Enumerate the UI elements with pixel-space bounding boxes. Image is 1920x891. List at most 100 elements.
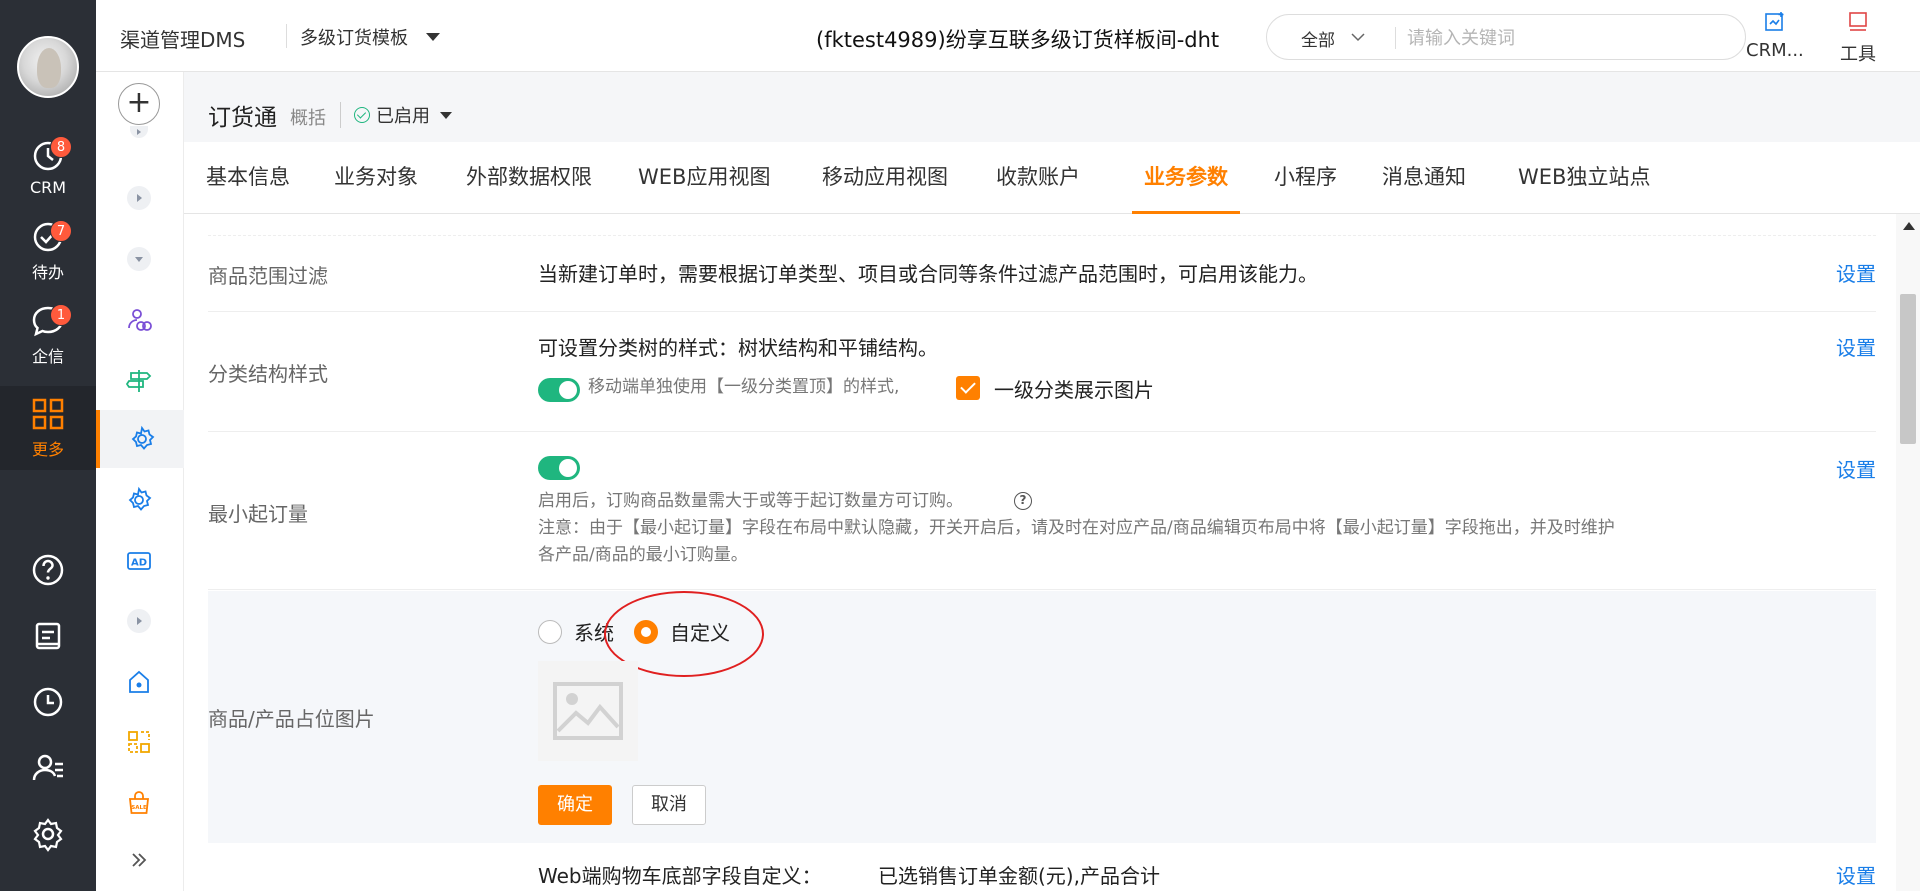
row-separator xyxy=(208,214,1876,236)
radio-system[interactable] xyxy=(538,620,562,644)
divider xyxy=(1395,27,1396,49)
app-name: 渠道管理DMS xyxy=(120,28,246,52)
setting-link-cart-footer[interactable]: 设置 xyxy=(1836,860,1876,889)
setting-description: 当新建订单时，需要根据订单类型、项目或合同等条件过滤产品范围时，可启用该能力。 xyxy=(538,262,1318,286)
tab-web-app-view[interactable]: WEB应用视图 xyxy=(626,142,782,214)
tab-basic-info[interactable]: 基本信息 xyxy=(194,142,302,214)
setting-description: 可设置分类树的样式：树状结构和平铺结构。 xyxy=(538,336,938,360)
notes-icon[interactable] xyxy=(30,618,66,654)
tools-label: 工具 xyxy=(1840,44,1876,65)
add-app-button[interactable]: + xyxy=(118,83,160,125)
rail-label: 更多 xyxy=(31,440,64,459)
badge-todo: 7 xyxy=(50,220,72,242)
rail-label: CRM xyxy=(29,177,67,197)
category-image-checkbox[interactable] xyxy=(956,376,980,400)
setting-note: 启用后，订购商品数量需大于或等于起订数量方可订购。 xyxy=(538,491,963,511)
expand-icon[interactable] xyxy=(122,122,156,142)
setting-row-product-filter: 商品范围过滤 当新建订单时，需要根据订单类型、项目或合同等条件过滤产品范围时，可… xyxy=(208,236,1876,312)
avatar[interactable] xyxy=(17,36,79,98)
setting-row-min-order: 最小起订量 启用后，订购商品数量需大于或等于起订数量方可订购。 ? 注意：由于【… xyxy=(208,432,1876,590)
rail-item-messages[interactable]: 企信 1 xyxy=(0,296,96,374)
rail-label: 待办 xyxy=(31,263,64,282)
collapse-icon[interactable] xyxy=(122,242,156,276)
layout-icon[interactable] xyxy=(122,725,156,759)
badge-messages: 1 xyxy=(50,304,72,326)
tools-icon xyxy=(1849,12,1867,31)
checkbox-label: 一级分类展示图片 xyxy=(994,378,1154,402)
tab-external-data-permission[interactable]: 外部数据权限 xyxy=(454,142,604,214)
check-circle-icon xyxy=(354,107,370,123)
setting-link-product-filter[interactable]: 设置 xyxy=(1836,258,1876,287)
rail-item-crm[interactable]: CRM 8 xyxy=(0,128,96,206)
rail-item-todo[interactable]: 待办 7 xyxy=(0,212,96,290)
tab-mini-program[interactable]: 小程序 xyxy=(1262,142,1349,214)
tab-business-params[interactable]: 业务参数 xyxy=(1132,142,1240,214)
gear-icon[interactable] xyxy=(122,483,156,517)
setting-row-category-style: 分类结构样式 可设置分类树的样式：树状结构和平铺结构。 移动端单独使用【一级分类… xyxy=(208,312,1876,432)
setting-link-min-order[interactable]: 设置 xyxy=(1836,454,1876,483)
expand-icon[interactable] xyxy=(122,604,156,638)
toggle-note: 移动端单独使用【一级分类置顶】的样式, xyxy=(588,377,900,397)
scrollbar-thumb[interactable] xyxy=(1900,294,1916,444)
global-search: 全部 xyxy=(1266,14,1746,60)
ad-icon[interactable]: AD xyxy=(122,544,156,578)
setting-field-value: 已选销售订单金额(元),产品合计 xyxy=(878,864,1160,888)
tab-web-standalone-site[interactable]: WEB独立站点 xyxy=(1506,142,1662,214)
settings-content: 商品范围过滤 当新建订单时，需要根据订单类型、项目或合同等条件过滤产品范围时，可… xyxy=(184,214,1896,891)
search-scope[interactable]: 全部 xyxy=(1301,26,1335,51)
placeholder-image-preview[interactable] xyxy=(538,661,638,761)
scrollbar[interactable] xyxy=(1896,214,1920,891)
crm-tool-button[interactable]: CRM... xyxy=(1746,10,1804,61)
scroll-up-arrow-icon[interactable] xyxy=(1903,222,1915,230)
tab-payment-accounts[interactable]: 收款账户 xyxy=(984,142,1092,214)
left-rail: CRM 8 待办 7 企信 1 更多 xyxy=(0,0,96,891)
crm-add-icon xyxy=(1765,12,1784,31)
status-dropdown[interactable]: 已启用 xyxy=(354,102,452,128)
sale-bag-icon[interactable]: SALE xyxy=(122,786,156,820)
setting-link-category-style[interactable]: 设置 xyxy=(1836,332,1876,361)
caret-down-icon[interactable] xyxy=(426,33,440,41)
user-list-icon[interactable] xyxy=(30,750,66,786)
chevron-down-icon[interactable] xyxy=(1351,32,1365,42)
help-icon[interactable]: ? xyxy=(1014,492,1032,510)
tenant-name: (fktest4989)纷享互联多级订货样板间-dht xyxy=(816,28,1220,52)
badge-crm: 8 xyxy=(50,136,72,158)
partners-icon[interactable] xyxy=(122,303,156,337)
setting-label: 商品范围过滤 xyxy=(208,264,328,288)
rail-item-more[interactable]: 更多 xyxy=(0,386,96,470)
setting-label: 商品/产品占位图片 xyxy=(208,707,375,731)
double-chevron-right-icon[interactable] xyxy=(122,843,156,877)
template-selector[interactable]: 多级订货模板 xyxy=(300,24,408,50)
tab-mobile-app-view[interactable]: 移动应用视图 xyxy=(810,142,960,214)
divider xyxy=(340,102,341,128)
cancel-button[interactable]: 取消 xyxy=(632,785,706,825)
ordering-app-icon[interactable] xyxy=(96,410,184,468)
setting-label: 分类结构样式 xyxy=(208,362,328,386)
search-input[interactable] xyxy=(1407,23,1727,53)
tab-bar: 基本信息 业务对象 外部数据权限 WEB应用视图 移动应用视图 收款账户 业务参… xyxy=(184,142,1920,214)
page-title: 订货通 xyxy=(208,105,277,131)
overview-link[interactable]: 概括 xyxy=(290,104,326,130)
settings-icon[interactable] xyxy=(30,816,66,852)
signpost-icon[interactable] xyxy=(122,364,156,398)
caret-down-icon xyxy=(440,111,452,119)
help-icon[interactable] xyxy=(30,552,66,588)
tools-button[interactable]: 工具 xyxy=(1840,10,1876,66)
divider xyxy=(286,24,287,48)
tab-business-objects[interactable]: 业务对象 xyxy=(322,142,430,214)
min-order-toggle[interactable] xyxy=(538,456,580,480)
grid-icon xyxy=(32,398,64,430)
setting-field-label: Web端购物车底部字段自定义： xyxy=(538,864,822,888)
crm-tool-label: CRM... xyxy=(1746,40,1804,61)
store-icon[interactable] xyxy=(122,665,156,699)
app-icon-column: + AD SALE xyxy=(96,72,184,891)
app-header: 订货通 概括 已启用 基本信息 业务对象 外部数据权限 WEB应用视图 移动应用… xyxy=(184,72,1920,214)
history-icon[interactable] xyxy=(30,684,66,720)
setting-label: 最小起订量 xyxy=(208,502,308,526)
image-icon xyxy=(553,682,623,740)
tab-message-notice[interactable]: 消息通知 xyxy=(1370,142,1478,214)
setting-row-cart-footer: Web端购物车底部字段自定义： 已选销售订单金额(元),产品合计 设置 xyxy=(208,844,1876,891)
expand-icon[interactable] xyxy=(122,181,156,215)
confirm-button[interactable]: 确定 xyxy=(538,785,612,825)
mobile-top-category-toggle[interactable] xyxy=(538,378,580,402)
